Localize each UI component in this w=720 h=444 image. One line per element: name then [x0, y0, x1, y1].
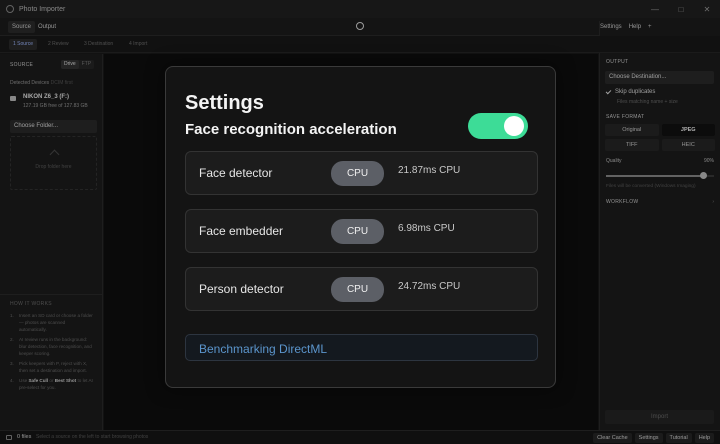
- acceleration-toggle[interactable]: [468, 113, 528, 139]
- row-label: Face embedder: [199, 224, 284, 238]
- settings-dialog: Settings Face recognition acceleration F…: [165, 66, 556, 388]
- person-detector-row: Person detector CPU 24.72ms CPU: [185, 267, 538, 311]
- dialog-subtitle: Face recognition acceleration: [185, 121, 397, 138]
- device-button[interactable]: CPU: [331, 277, 384, 302]
- row-label: Person detector: [199, 282, 284, 296]
- dialog-title: Settings: [185, 92, 264, 114]
- toggle-knob: [504, 116, 524, 136]
- row-timing: 6.98ms CPU: [398, 223, 455, 234]
- benchmark-text: Benchmarking DirectML: [199, 342, 328, 356]
- face-detector-row: Face detector CPU 21.87ms CPU: [185, 151, 538, 195]
- benchmark-status[interactable]: Benchmarking DirectML: [185, 334, 538, 361]
- device-button[interactable]: CPU: [331, 219, 384, 244]
- face-embedder-row: Face embedder CPU 6.98ms CPU: [185, 209, 538, 253]
- row-label: Face detector: [199, 166, 273, 180]
- row-timing: 24.72ms CPU: [398, 281, 461, 292]
- device-button[interactable]: CPU: [331, 161, 384, 186]
- row-timing: 21.87ms CPU: [398, 165, 461, 176]
